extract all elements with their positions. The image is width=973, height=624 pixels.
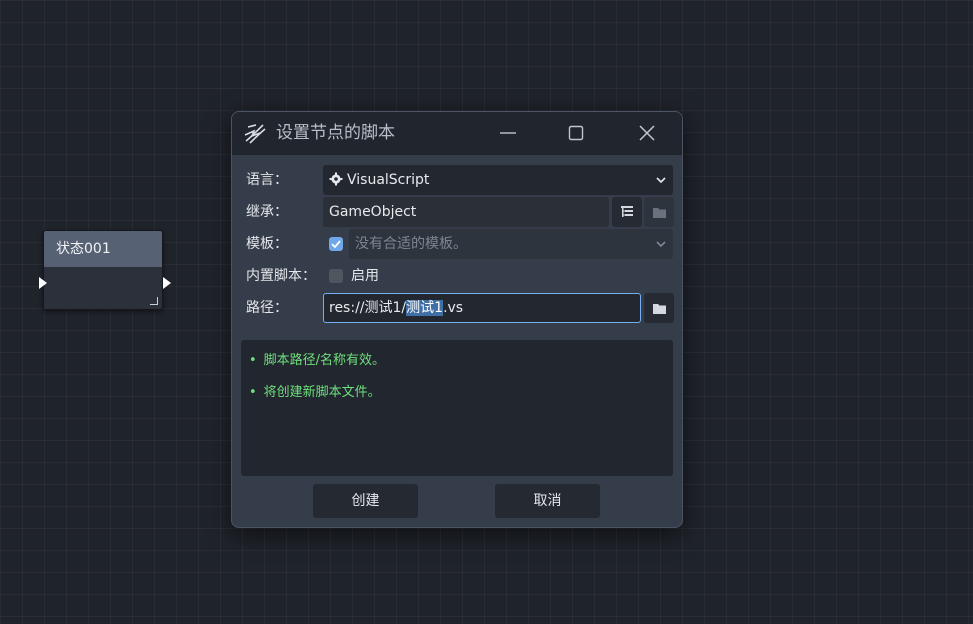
state-node-title: 状态001 [44,231,162,267]
message-text: 脚本路径/名称有效。 [263,353,386,368]
close-icon [639,125,655,141]
app-logo-icon [244,124,266,144]
resize-grip-icon[interactable] [150,297,158,305]
dialog-titlebar[interactable]: 设置节点的脚本 [232,112,682,155]
state-node[interactable]: 状态001 [39,230,171,310]
builtin-enable-label[interactable]: 启用 [351,261,379,291]
language-row: 语言： VisualScript [232,165,682,195]
inherits-row: 继承： GameObject [232,197,682,227]
folder-icon [652,303,666,314]
message-text: 将创建新脚本文件。 [263,385,381,400]
message-new-file: • 将创建新脚本文件。 [249,381,381,400]
attach-script-dialog: 设置节点的脚本 语言： VisualScript 继承： GameObject … [231,111,683,528]
checkmark-icon [331,240,341,249]
input-port-icon[interactable] [39,277,47,289]
inherits-browse-button[interactable] [644,197,674,227]
template-value: 没有合适的模板。 [355,236,467,252]
template-checkbox[interactable] [329,237,343,251]
output-port-icon[interactable] [163,277,171,289]
builtin-script-row: 内置脚本： 启用 [232,261,682,291]
bullet: • [249,385,257,400]
path-row: 路径： res://测试1/测试1.vs [232,293,682,323]
language-label: 语言： [246,172,288,188]
dialog-title: 设置节点的脚本 [276,123,395,143]
close-button[interactable] [627,118,667,148]
language-select[interactable]: VisualScript [323,165,673,195]
tree-icon [621,206,633,217]
maximize-button[interactable] [556,118,596,148]
path-input[interactable]: res://测试1/测试1.vs [323,293,641,323]
path-browse-button[interactable] [644,293,674,323]
template-select[interactable]: 没有合适的模板。 [349,229,673,259]
class-tree-button[interactable] [612,197,642,227]
path-prefix: res://测试1/ [329,300,407,316]
gear-icon [329,172,343,185]
validation-messages: • 脚本路径/名称有效。 • 将创建新脚本文件。 [241,340,673,476]
minimize-button[interactable] [488,118,528,148]
path-selected-text: 测试1 [406,300,444,316]
message-path-valid: • 脚本路径/名称有效。 [249,349,385,368]
bullet: • [249,353,257,368]
template-label: 模板： [246,236,288,252]
chevron-down-icon [656,177,666,184]
create-button[interactable]: 创建 [313,484,418,518]
minimize-icon [500,132,516,134]
inherits-input[interactable]: GameObject [323,197,609,227]
path-suffix: .vs [443,300,464,316]
maximize-icon [568,125,584,141]
builtin-script-checkbox[interactable] [329,269,343,283]
cancel-button[interactable]: 取消 [495,484,600,518]
path-label: 路径： [246,300,288,316]
inherits-label: 继承： [246,204,288,220]
language-value: VisualScript [347,172,430,188]
template-row: 模板： 没有合适的模板。 [232,229,682,259]
chevron-down-icon [656,241,666,248]
builtin-script-label: 内置脚本： [246,268,316,284]
folder-icon [652,207,666,218]
